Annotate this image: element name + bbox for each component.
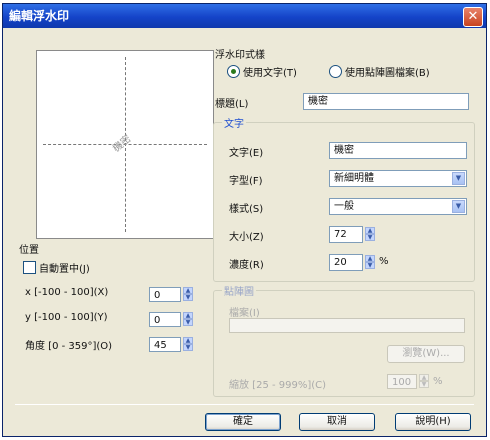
- spin-down-icon[interactable]: ▼: [365, 234, 375, 241]
- text-group-legend: 文字: [222, 115, 246, 130]
- angle-spinner[interactable]: ▲ ▼: [183, 337, 193, 352]
- style-label: 樣式(S): [229, 204, 264, 215]
- use-bitmap-radio[interactable]: [329, 65, 342, 78]
- size-spinner[interactable]: ▲ ▼: [365, 227, 375, 242]
- spin-down-icon[interactable]: ▼: [183, 319, 193, 326]
- font-select[interactable]: 新細明體 ▼: [329, 170, 467, 187]
- darkness-input[interactable]: 20: [329, 254, 363, 271]
- browse-button[interactable]: 瀏覽(W)...: [387, 345, 465, 363]
- scale-label: 縮放 [25 - 999%](C): [229, 380, 327, 391]
- spin-up-icon[interactable]: ▲: [365, 227, 375, 234]
- x-label: x [-100 - 100](X): [25, 287, 109, 298]
- style-select[interactable]: 一般 ▼: [329, 198, 467, 215]
- scale-input[interactable]: 100: [387, 374, 417, 389]
- use-text-radio[interactable]: [227, 65, 240, 78]
- spin-up-icon[interactable]: ▲: [183, 312, 193, 319]
- spin-down-icon[interactable]: ▼: [419, 381, 429, 388]
- auto-center-label: 自動置中(J): [39, 264, 90, 275]
- spin-up-icon[interactable]: ▲: [183, 287, 193, 294]
- button-separator: [15, 404, 474, 405]
- angle-input[interactable]: 45: [149, 337, 181, 352]
- bitmap-file-label: 檔案(I): [229, 308, 260, 319]
- text-label: 文字(E): [229, 148, 264, 159]
- angle-label: 角度 [0 - 359°](O): [25, 341, 113, 352]
- font-label: 字型(F): [229, 176, 263, 187]
- ok-button[interactable]: 確定: [205, 413, 281, 431]
- use-bitmap-label: 使用點陣圖檔案(B): [345, 68, 430, 79]
- title-label: 標題(L): [215, 99, 249, 110]
- x-spinner[interactable]: ▲ ▼: [183, 287, 193, 302]
- watermark-preview: 機密: [36, 50, 214, 239]
- style-heading: 浮水印式樣: [215, 50, 265, 61]
- preview-watermark-text: 機密: [111, 133, 134, 155]
- spin-up-icon[interactable]: ▲: [419, 374, 429, 381]
- text-input[interactable]: 機密: [329, 142, 467, 159]
- bitmap-file-input[interactable]: [229, 318, 465, 333]
- darkness-spinner[interactable]: ▲ ▼: [365, 255, 375, 270]
- cancel-button[interactable]: 取消: [299, 413, 375, 431]
- size-label: 大小(Z): [229, 232, 264, 243]
- size-input[interactable]: 72: [329, 226, 363, 243]
- title-input[interactable]: 機密: [303, 93, 469, 110]
- spin-down-icon[interactable]: ▼: [183, 294, 193, 301]
- position-heading: 位置: [19, 245, 39, 256]
- bitmap-group-legend: 點陣圖: [222, 283, 256, 298]
- scale-spinner[interactable]: ▲ ▼: [419, 374, 429, 389]
- y-input[interactable]: 0: [149, 312, 181, 327]
- chevron-down-icon[interactable]: ▼: [452, 172, 465, 185]
- help-button[interactable]: 說明(H): [395, 413, 471, 431]
- spin-up-icon[interactable]: ▲: [183, 337, 193, 344]
- darkness-unit: %: [379, 256, 389, 267]
- y-label: y [-100 - 100](Y): [25, 312, 108, 323]
- darkness-label: 濃度(R): [229, 260, 264, 271]
- close-icon[interactable]: ✕: [463, 7, 483, 27]
- spin-down-icon[interactable]: ▼: [183, 344, 193, 351]
- use-text-label: 使用文字(T): [243, 68, 297, 79]
- style-select-value: 一般: [334, 201, 354, 212]
- edit-watermark-dialog: 編輯浮水印 ✕ 機密 位置 自動置中(J) x [-100 - 100](X) …: [2, 3, 487, 437]
- y-spinner[interactable]: ▲ ▼: [183, 312, 193, 327]
- spin-up-icon[interactable]: ▲: [365, 255, 375, 262]
- spin-down-icon[interactable]: ▼: [365, 262, 375, 269]
- x-input[interactable]: 0: [149, 287, 181, 302]
- auto-center-checkbox[interactable]: [23, 261, 36, 274]
- scale-unit: %: [433, 376, 443, 387]
- title-bar: 編輯浮水印 ✕: [3, 4, 486, 28]
- chevron-down-icon[interactable]: ▼: [452, 200, 465, 213]
- font-select-value: 新細明體: [334, 173, 374, 184]
- dialog-title: 編輯浮水印: [9, 9, 70, 23]
